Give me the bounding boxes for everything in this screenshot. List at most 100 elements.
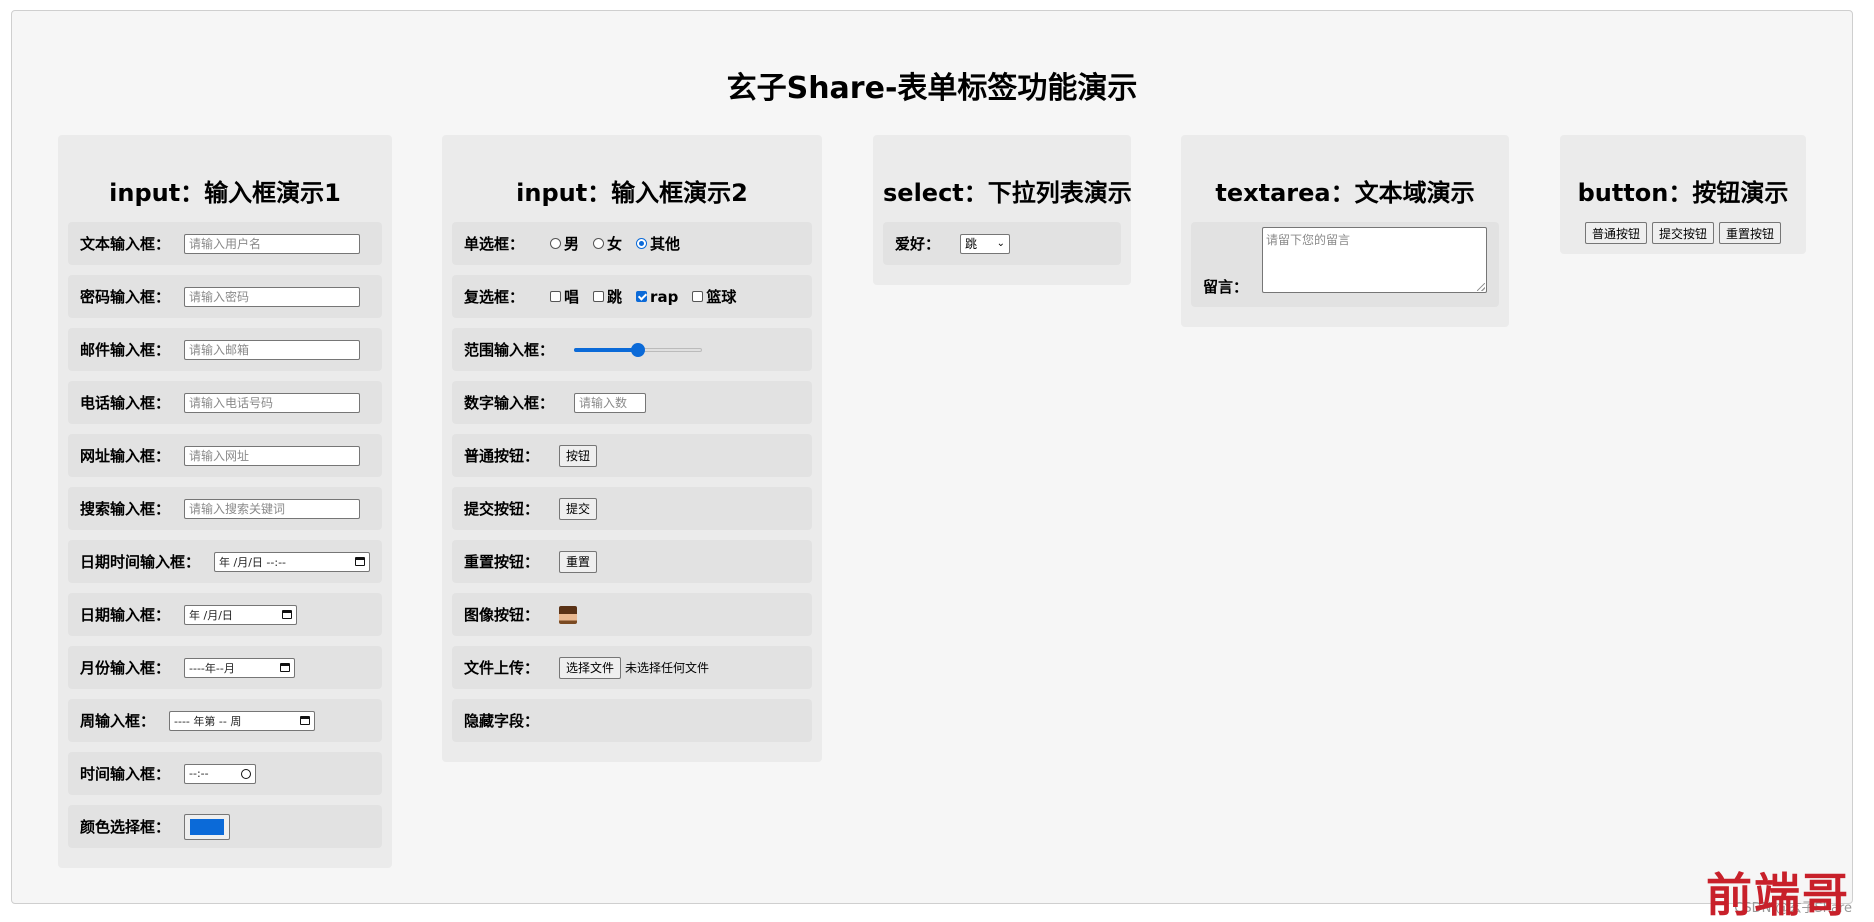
calendar-icon (300, 716, 311, 725)
url-input[interactable] (184, 445, 361, 466)
text-input-label: 文本输入框： (80, 235, 171, 253)
time-value: --:-- (189, 767, 209, 780)
date-value: 年 /月/日 (189, 608, 233, 622)
file-upload-row: 文件上传： 选择文件 未选择任何文件 (452, 646, 812, 689)
select-demo-panel: select：下拉列表演示 爱好： 跳 ⌄ (873, 135, 1132, 285)
password-input[interactable] (184, 286, 361, 307)
color-swatch (190, 818, 225, 835)
range-row: 范围输入框： (452, 328, 812, 371)
checkbox[interactable] (550, 291, 562, 302)
submit-button-label: 提交按钮： (464, 500, 540, 518)
number-input[interactable] (574, 392, 647, 413)
calendar-icon (355, 557, 365, 566)
checkbox-option-dance[interactable]: 跳 (593, 286, 622, 307)
submit-demo-button[interactable]: 提交按钮 (1651, 222, 1714, 244)
week-input-label: 周输入框： (80, 712, 156, 730)
radio-option-male[interactable]: 男 (550, 233, 579, 254)
message-textarea[interactable]: 请留下您的留言 (1262, 226, 1487, 293)
normal-button[interactable]: 按钮 (559, 444, 598, 467)
color-input-label: 颜色选择框： (80, 818, 171, 836)
search-input[interactable] (184, 498, 361, 519)
calendar-icon (280, 663, 291, 672)
tel-input-row: 电话输入框： (68, 381, 382, 424)
hobby-row: 爱好： 跳 ⌄ (883, 222, 1121, 265)
hobby-select[interactable]: 跳 ⌄ (960, 233, 1011, 254)
week-value: ---- 年第 -- 周 (174, 714, 242, 728)
reset-button[interactable]: 重置 (559, 550, 598, 573)
month-input-label: 月份输入框： (80, 659, 171, 677)
time-input[interactable]: --:-- (184, 763, 257, 784)
checkbox-option-text: 篮球 (706, 288, 737, 306)
number-row: 数字输入框： (452, 381, 812, 424)
textarea-demo-panel: textarea：文本域演示 留言： 请留下您的留言 (1181, 135, 1509, 327)
input-demo2-panel: input：输入框演示2 单选框： 男 女 其他 复选框： 唱 跳 rap 篮球… (442, 135, 822, 762)
checkbox[interactable] (692, 291, 704, 302)
radio-option-female[interactable]: 女 (593, 233, 622, 254)
file-upload-label: 文件上传： (464, 659, 540, 677)
radio-button-selected[interactable] (636, 238, 648, 249)
chevron-down-icon: ⌄ (996, 238, 1006, 249)
reset-demo-button[interactable]: 重置按钮 (1719, 222, 1782, 244)
month-input-row: 月份输入框： ----年--月 (68, 646, 382, 689)
checkbox-option-basketball[interactable]: 篮球 (692, 286, 736, 307)
time-input-row: 时间输入框： --:-- (68, 752, 382, 795)
radio-button[interactable] (593, 238, 605, 249)
range-label: 范围输入框： (464, 341, 555, 359)
clock-icon (241, 768, 252, 779)
month-value: ----年--月 (189, 661, 235, 675)
calendar-icon (282, 610, 293, 619)
checkbox-option-text: 跳 (607, 288, 623, 306)
range-slider[interactable] (574, 342, 703, 358)
hobby-selected-value: 跳 (965, 237, 978, 251)
normal-demo-button[interactable]: 普通按钮 (1584, 222, 1647, 244)
search-input-label: 搜索输入框： (80, 500, 171, 518)
image-button-row: 图像按钮： (452, 593, 812, 636)
password-input-row: 密码输入框： (68, 275, 382, 318)
checkbox[interactable] (593, 291, 605, 302)
datetime-input-label: 日期时间输入框： (80, 553, 201, 571)
submit-button[interactable]: 提交 (559, 497, 598, 520)
reset-button-row: 重置按钮： 重置 (452, 540, 812, 583)
color-input-row: 颜色选择框： (68, 805, 382, 848)
image-button-label: 图像按钮： (464, 606, 540, 624)
radio-option-text: 其他 (650, 235, 681, 253)
date-input-label: 日期输入框： (80, 606, 171, 624)
tel-input-label: 电话输入框： (80, 394, 171, 412)
button-demo-title: button：按钮演示 (1577, 179, 1789, 207)
email-input-row: 邮件输入框： (68, 328, 382, 371)
color-picker[interactable] (184, 813, 231, 840)
email-input-label: 邮件输入框： (80, 341, 171, 359)
normal-button-label: 普通按钮： (464, 447, 540, 465)
radio-option-text: 女 (607, 235, 623, 253)
radio-row: 单选框： 男 女 其他 (452, 222, 812, 265)
hidden-field-row: 隐藏字段： (452, 699, 812, 742)
radio-option-other[interactable]: 其他 (636, 233, 680, 254)
text-input[interactable] (184, 233, 361, 254)
date-input[interactable]: 年 /月/日 (184, 604, 298, 625)
resize-grip-icon[interactable] (1477, 282, 1485, 291)
time-input-label: 时间输入框： (80, 765, 171, 783)
avatar-image-button[interactable] (559, 605, 578, 624)
week-input-row: 周输入框： ---- 年第 -- 周 (68, 699, 382, 742)
page-title: 玄子Share-表单标签功能演示 (726, 71, 1138, 106)
tel-input[interactable] (184, 392, 361, 413)
hidden-field-label: 隐藏字段： (464, 712, 540, 730)
checkbox-checked[interactable] (636, 291, 648, 302)
date-input-row: 日期输入框： 年 /月/日 (68, 593, 382, 636)
submit-button-row: 提交按钮： 提交 (452, 487, 812, 530)
radio-button[interactable] (550, 238, 562, 249)
text-input-row: 文本输入框： (68, 222, 382, 265)
datetime-input[interactable]: 年 /月/日 --:-- (214, 551, 370, 572)
week-input[interactable]: ---- 年第 -- 周 (169, 710, 316, 731)
url-input-label: 网址输入框： (80, 447, 171, 465)
email-input[interactable] (184, 339, 361, 360)
normal-button-row: 普通按钮： 按钮 (452, 434, 812, 477)
input-demo2-title: input：输入框演示2 (516, 179, 748, 207)
month-input[interactable]: ----年--月 (184, 657, 296, 678)
checkbox-option-rap[interactable]: rap (636, 288, 678, 306)
checkbox-option-sing[interactable]: 唱 (550, 286, 579, 307)
search-input-row: 搜索输入框： (68, 487, 382, 530)
choose-file-button[interactable]: 选择文件 (559, 656, 622, 679)
range-thumb[interactable] (631, 342, 646, 357)
textarea-demo-title: textarea：文本域演示 (1215, 179, 1475, 207)
